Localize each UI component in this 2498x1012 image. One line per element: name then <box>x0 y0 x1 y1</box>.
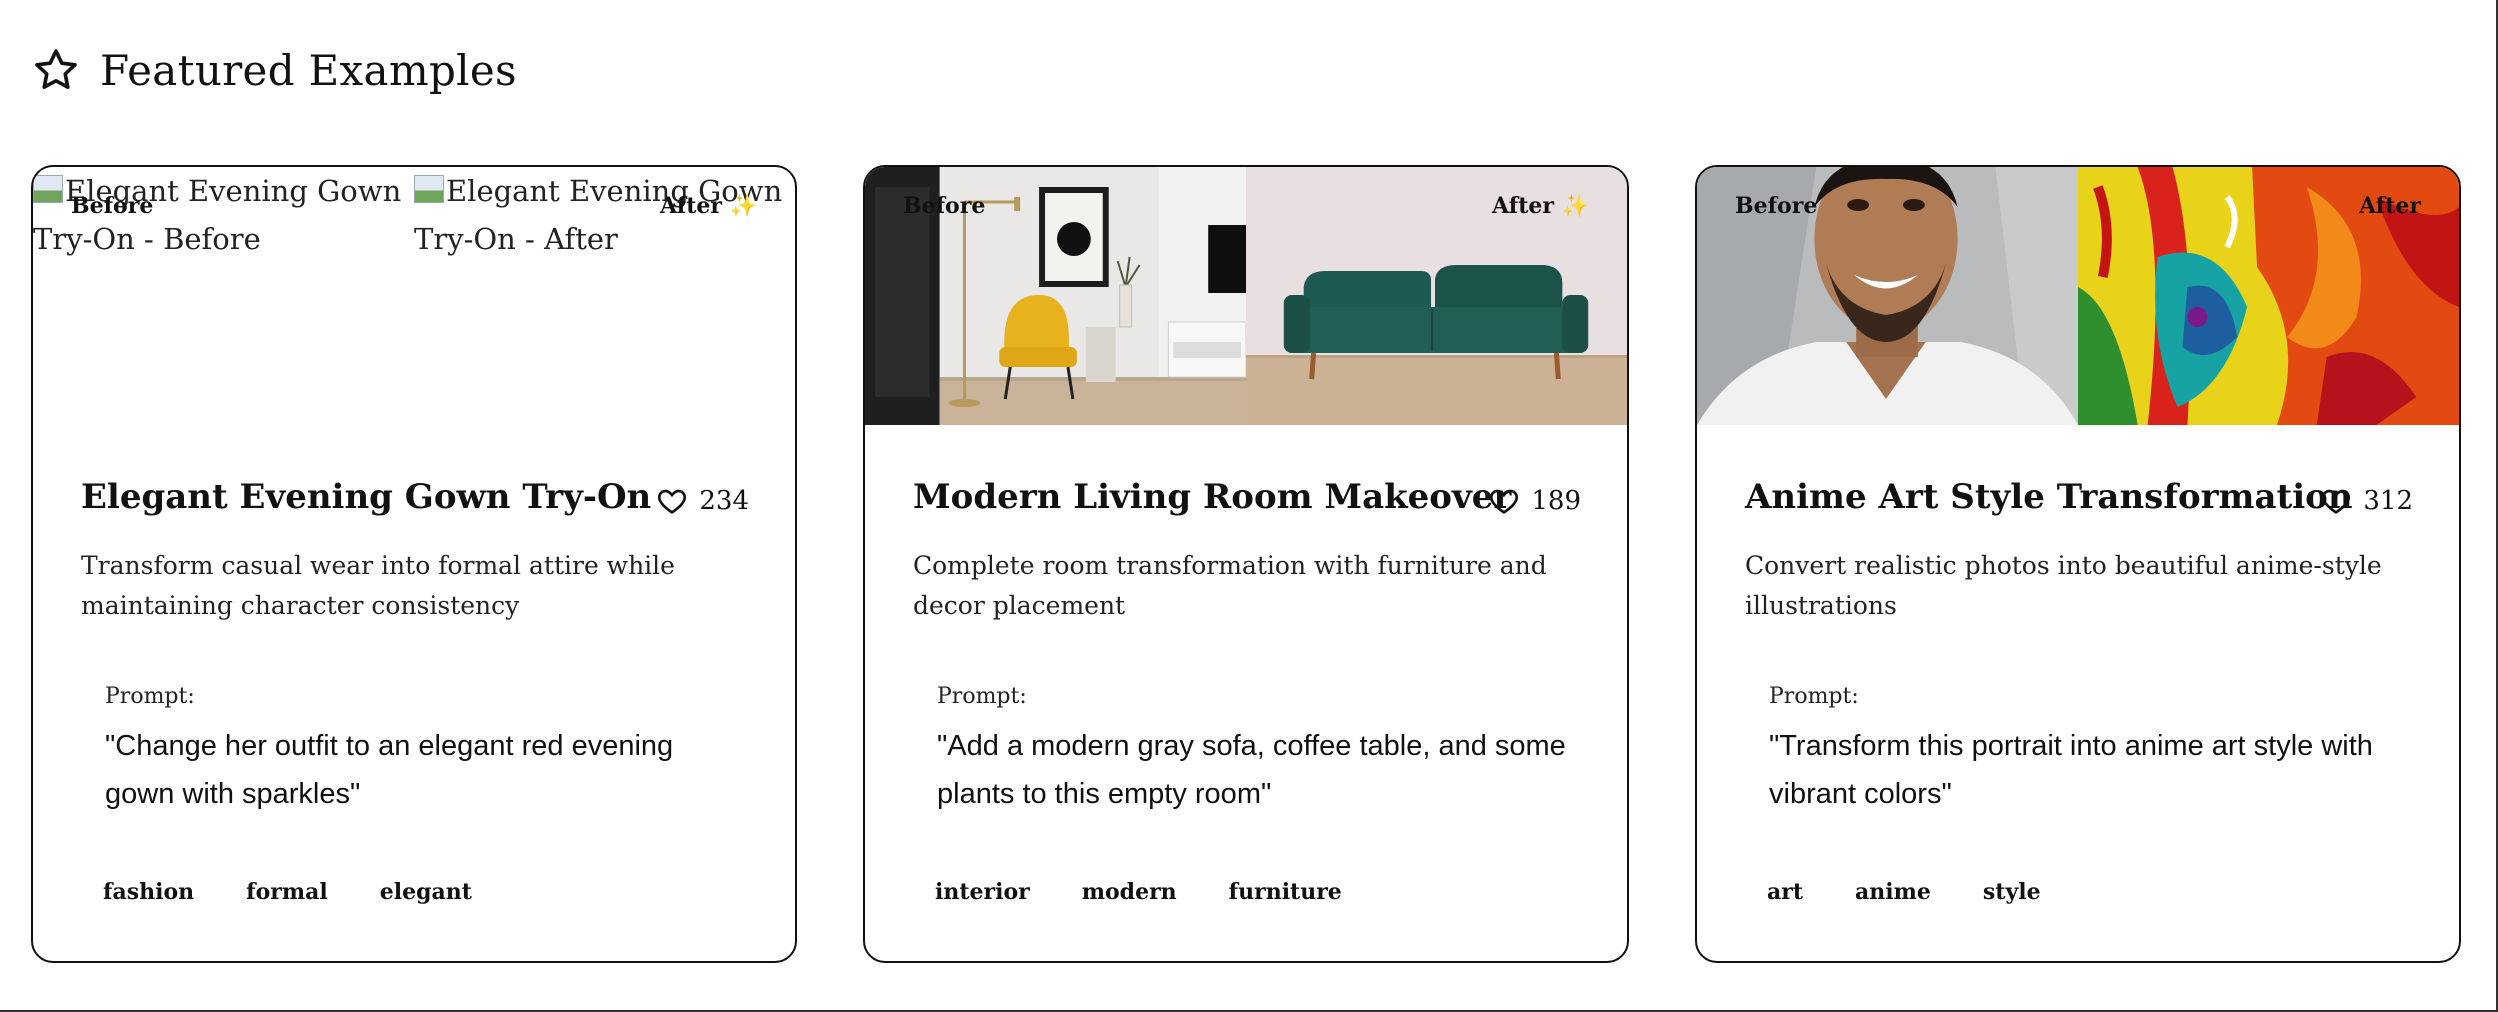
card-description: Transform casual wear into formal attire… <box>81 551 675 620</box>
tag[interactable]: fashion <box>103 879 194 905</box>
prompt-text: "Transform this portrait into anime art … <box>1769 730 2373 810</box>
broken-image-icon <box>414 175 444 203</box>
section-title: Featured Examples <box>100 45 517 95</box>
tag[interactable]: formal <box>246 879 328 905</box>
broken-image-icon <box>33 175 63 203</box>
before-after-media: Before After <box>1697 167 2459 425</box>
like-count: 312 <box>2363 486 2413 516</box>
tag[interactable]: furniture <box>1229 879 1342 905</box>
card-description: Convert realistic photos into beautiful … <box>1745 551 2382 620</box>
before-label: Before <box>1735 193 1818 219</box>
before-label: Before <box>903 193 986 219</box>
like-button[interactable]: 234 <box>655 485 749 517</box>
heart-icon <box>658 489 687 514</box>
after-label: After <box>2359 193 2421 219</box>
tag[interactable]: style <box>1983 879 2041 905</box>
heart-icon <box>1490 489 1519 514</box>
tag[interactable]: modern <box>1082 879 1177 905</box>
tag-list: interior modern furniture <box>935 879 1342 905</box>
like-button[interactable]: 189 <box>1487 485 1581 517</box>
like-count: 189 <box>1531 486 1581 516</box>
like-button[interactable]: 312 <box>2319 485 2413 517</box>
after-label: After ✨ <box>660 193 757 219</box>
heart-icon <box>2322 489 2351 514</box>
card-description: Complete room transformation with furnit… <box>913 551 1547 620</box>
before-after-media: Before After ✨ <box>865 167 1627 425</box>
prompt-text: "Change her outfit to an elegant red eve… <box>105 730 674 810</box>
tag[interactable]: art <box>1767 879 1803 905</box>
tag[interactable]: interior <box>935 879 1030 905</box>
prompt-label: Prompt: <box>937 684 1027 709</box>
card-title: Modern Living Room Makeover <box>913 477 1512 517</box>
tag-list: fashion formal elegant <box>103 879 472 905</box>
prompt-text: "Add a modern gray sofa, coffee table, a… <box>937 730 1566 810</box>
example-card-living-room[interactable]: Before After ✨ Modern Living Room Makeov… <box>863 165 1629 963</box>
card-title: Anime Art Style Transformation <box>1745 477 2353 517</box>
before-after-media: Elegant Evening Gown Try-On - Before Ele… <box>33 167 795 425</box>
example-card-anime[interactable]: Before After Anime Art Style Transformat… <box>1695 165 2461 963</box>
card-title: Elegant Evening Gown Try-On <box>81 477 652 517</box>
tag[interactable]: anime <box>1855 879 1931 905</box>
tag-list: art anime style <box>1767 879 2041 905</box>
prompt-label: Prompt: <box>105 684 195 709</box>
section-header: Featured Examples <box>32 40 517 100</box>
before-label: Before <box>71 193 154 219</box>
after-label: After ✨ <box>1492 193 1589 219</box>
prompt-label: Prompt: <box>1769 684 1859 709</box>
star-icon <box>35 49 77 89</box>
like-count: 234 <box>699 486 749 516</box>
tag[interactable]: elegant <box>380 879 472 905</box>
example-card-gown[interactable]: Elegant Evening Gown Try-On - Before Ele… <box>31 165 797 963</box>
